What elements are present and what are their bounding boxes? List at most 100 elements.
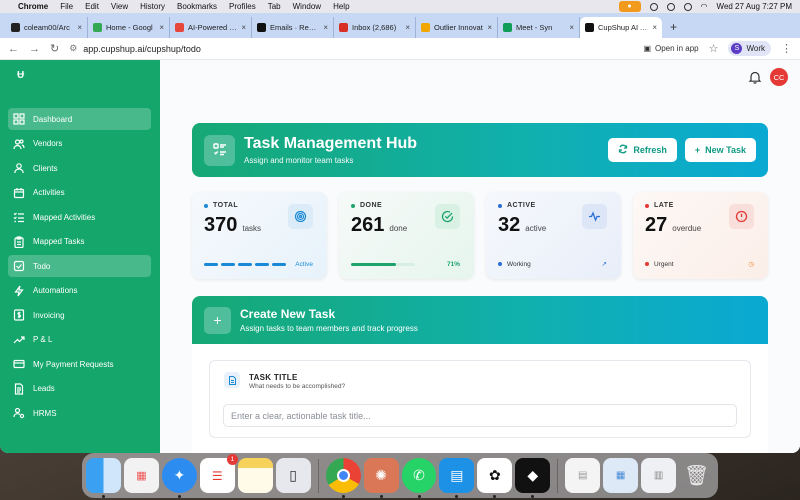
forward-icon[interactable]: →: [29, 43, 40, 55]
menu-edit[interactable]: Edit: [85, 2, 99, 11]
close-icon[interactable]: ×: [652, 23, 657, 32]
close-icon[interactable]: ×: [159, 23, 164, 32]
iphone-mirroring-icon[interactable]: ▯: [275, 458, 311, 493]
list-check-icon: [12, 211, 25, 224]
site-info-icon[interactable]: ⚙: [69, 43, 77, 54]
close-icon[interactable]: ×: [241, 23, 246, 32]
sidebar-item-invoicing[interactable]: Invoicing: [8, 304, 151, 326]
close-icon[interactable]: ×: [487, 23, 492, 32]
browser-tab[interactable]: Emails · Resen ×: [252, 17, 334, 38]
sidebar-item-automations[interactable]: Automations: [8, 280, 151, 302]
close-icon[interactable]: ×: [77, 23, 82, 32]
favicon-icon: [93, 23, 102, 32]
sidebar-item-leads[interactable]: Leads: [8, 378, 151, 400]
sidebar-item-mapped-tasks[interactable]: Mapped Tasks: [8, 231, 151, 253]
docker-icon[interactable]: ▤: [439, 458, 475, 498]
refresh-button[interactable]: Refresh: [608, 138, 677, 162]
field-label: TASK TITLE: [249, 373, 298, 382]
user-network-icon: [12, 407, 25, 420]
sidebar-item-p-and-l[interactable]: P & L: [8, 329, 151, 351]
open-in-app-button[interactable]: ▣ Open in app: [643, 44, 698, 53]
activity-pulse-icon: [582, 204, 607, 229]
menu-profiles[interactable]: Profiles: [229, 2, 256, 11]
menu-chrome[interactable]: Chrome: [18, 2, 48, 11]
page-title: Task Management Hub: [244, 135, 418, 152]
finder-icon[interactable]: [86, 458, 121, 498]
screenshot-thumbnail-icon[interactable]: ▦: [603, 458, 639, 493]
chrome-icon[interactable]: [325, 458, 361, 498]
menu-tab[interactable]: Tab: [268, 2, 281, 11]
browser-tab[interactable]: Outlier Innovat ×: [416, 17, 498, 38]
plus-icon: +: [694, 145, 701, 155]
whatsapp-icon[interactable]: ✆: [401, 458, 437, 498]
bookmark-star-icon[interactable]: ☆: [709, 42, 719, 55]
menu-help[interactable]: Help: [333, 2, 349, 11]
back-icon[interactable]: ←: [8, 43, 19, 55]
task-title-input[interactable]: Enter a clear, actionable task title...: [223, 404, 737, 427]
bell-icon[interactable]: [748, 70, 762, 84]
address-bar[interactable]: ⚙ app.cupshup.ai/cupshup/todo: [69, 41, 633, 57]
status-icon[interactable]: [666, 2, 675, 11]
reload-icon[interactable]: ↻: [50, 42, 59, 55]
cursor-app-icon[interactable]: ◆: [515, 458, 551, 498]
stat-footer: Working: [507, 260, 531, 268]
status-icon[interactable]: [649, 2, 658, 11]
sidebar-item-hrms[interactable]: HRMS: [8, 402, 151, 424]
close-icon[interactable]: ×: [405, 23, 410, 32]
sidebar-item-vendors[interactable]: Vendors: [8, 133, 151, 155]
sidebar-item-clients[interactable]: Clients: [8, 157, 151, 179]
browser-tab[interactable]: AI-Powered Co ×: [170, 17, 252, 38]
create-task-form: TASK TITLE What needs to be accomplished…: [192, 344, 768, 453]
close-icon[interactable]: ×: [323, 23, 328, 32]
sidebar-item-label: Todo: [33, 261, 51, 271]
launchpad-icon[interactable]: ▦: [123, 458, 159, 493]
sidebar-item-my-payment-requests[interactable]: My Payment Requests: [8, 353, 151, 375]
browser-tab[interactable]: coleam00/Arc ×: [6, 17, 88, 38]
sidebar-item-mapped-activities[interactable]: Mapped Activities: [8, 206, 151, 228]
users-icon: [12, 137, 25, 150]
app-logo[interactable]: Ʉ: [17, 70, 24, 81]
browser-tab[interactable]: Meet - Syn ×: [498, 17, 580, 38]
sidebar-item-label: Activities: [33, 188, 65, 197]
safari-icon[interactable]: ✦: [161, 458, 197, 498]
wifi-icon[interactable]: ◠: [701, 2, 708, 11]
menu-history[interactable]: History: [140, 2, 165, 11]
new-tab-button[interactable]: +: [662, 20, 685, 38]
favicon-icon: [257, 23, 266, 32]
status-dot: [498, 262, 502, 266]
menu-window[interactable]: Window: [293, 2, 321, 11]
notes-icon[interactable]: [237, 458, 273, 493]
browser-tab[interactable]: Home - Googl ×: [88, 17, 170, 38]
open-app-icon: ▣: [643, 44, 651, 53]
browser-tab[interactable]: Inbox (2,686) ×: [334, 17, 416, 38]
stat-value: 261: [351, 214, 385, 236]
more-menu-icon[interactable]: ⋮: [781, 42, 792, 55]
menu-bookmarks[interactable]: Bookmarks: [177, 2, 217, 11]
document-thumbnail-icon[interactable]: ▤: [565, 458, 601, 493]
profile-button[interactable]: S Work: [728, 41, 771, 56]
avatar[interactable]: CC: [770, 68, 788, 86]
sidebar-item-label: Mapped Tasks: [33, 237, 85, 246]
menu-file[interactable]: File: [60, 2, 73, 11]
microphone-icon[interactable]: ●: [618, 1, 641, 12]
trash-icon[interactable]: 🗑: [679, 458, 714, 493]
reminders-icon[interactable]: ☰ 1: [199, 454, 238, 493]
check-circle-icon: [435, 204, 460, 229]
claude-icon[interactable]: ✺: [363, 458, 399, 498]
close-icon[interactable]: ×: [569, 23, 574, 32]
stat-card-total: TOTAL 370 tasks Active: [192, 192, 327, 279]
new-task-button[interactable]: + New Task: [684, 138, 756, 162]
sidebar-item-todo[interactable]: Todo: [8, 255, 151, 277]
progress-bar: [351, 263, 415, 266]
downloads-stack-icon[interactable]: ▥: [641, 458, 677, 493]
url-text[interactable]: app.cupshup.ai/cupshup/todo: [83, 44, 201, 54]
sidebar-item-dashboard[interactable]: Dashboard: [8, 108, 151, 130]
menu-view[interactable]: View: [111, 2, 128, 11]
sidebar-item-label: Clients: [33, 163, 58, 173]
sidebar-item-activities[interactable]: Activities: [8, 182, 151, 204]
datetime[interactable]: Wed 27 Aug 7:27 PM: [717, 2, 792, 11]
browser-tab-active[interactable]: CupShup AI Ag ×: [580, 17, 662, 38]
chatgpt-icon[interactable]: ✿: [477, 458, 513, 498]
favicon-icon: [175, 23, 184, 32]
status-icon[interactable]: [683, 2, 692, 11]
